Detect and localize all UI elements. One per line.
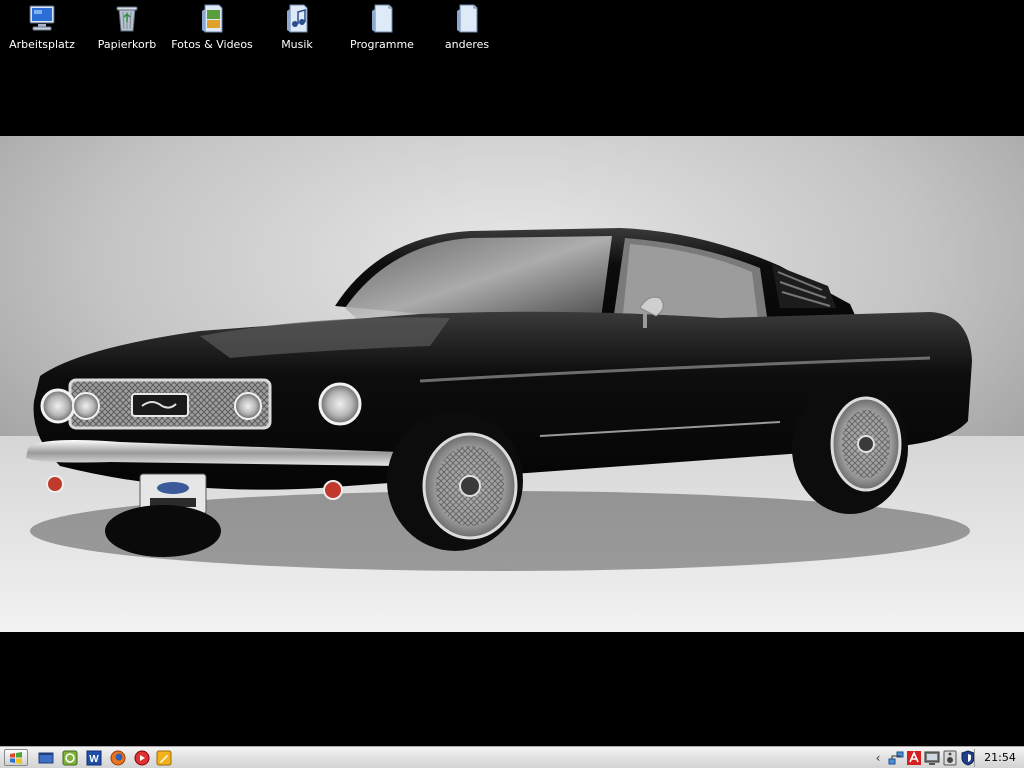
tray-separator [974, 749, 975, 767]
desktop-icon-programme[interactable]: Programme [342, 2, 422, 51]
refresh-app-icon[interactable] [62, 750, 78, 766]
desktop-icon-fotos-videos[interactable]: Fotos & Videos [171, 2, 253, 51]
desktop-icon-musik[interactable]: Musik [257, 2, 337, 51]
desktop-icon-papierkorb[interactable]: Papierkorb [87, 2, 167, 51]
desktop-icon-label: Musik [281, 38, 313, 51]
computer-icon [29, 5, 55, 31]
wallpaper-car-image [0, 136, 1024, 632]
desktop-icon-anderes[interactable]: anderes [427, 2, 507, 51]
display-icon[interactable] [924, 750, 940, 766]
show-desktop-icon[interactable] [38, 750, 54, 766]
speaker-icon[interactable] [942, 750, 958, 766]
antivirus-icon[interactable] [906, 750, 922, 766]
desktop-icon-label: Fotos & Videos [171, 38, 253, 51]
tray-expand-chevron-icon[interactable]: ‹ [872, 749, 884, 767]
desktop-icon-label: anderes [444, 38, 490, 51]
desktop-icon-arbeitsplatz[interactable]: Arbeitsplatz [2, 2, 82, 51]
recycle-bin-icon [116, 6, 138, 32]
network-icon[interactable] [888, 750, 904, 766]
folder-icon [202, 4, 223, 33]
folder-icon [372, 4, 393, 33]
taskbar-clock[interactable]: 21:54 [980, 750, 1020, 766]
firefox-icon[interactable] [110, 750, 126, 766]
taskbar: W ‹ 21:54 [0, 746, 1024, 768]
pencil-app-icon[interactable] [156, 750, 172, 766]
desktop-icon-label: Programme [350, 38, 414, 51]
media-player-icon[interactable] [134, 750, 150, 766]
svg-text:W: W [89, 754, 99, 765]
desktop-icon-label: Papierkorb [97, 38, 157, 51]
desktop: Arbeitsplatz Papierkorb Fotos & Videos M… [0, 0, 1024, 746]
desktop-icon-label: Arbeitsplatz [9, 38, 75, 51]
start-button[interactable] [4, 749, 28, 766]
music-folder-icon [287, 4, 308, 33]
folder-icon [457, 4, 478, 33]
word-icon[interactable]: W [86, 750, 102, 766]
windows-logo-icon [10, 751, 22, 764]
